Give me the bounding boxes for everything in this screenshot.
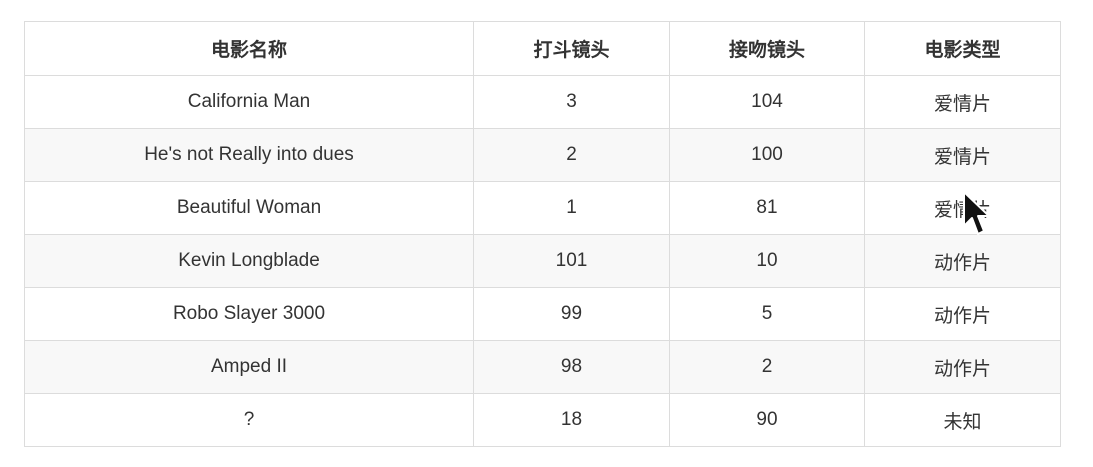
- movie-table: 电影名称 打斗镜头 接吻镜头 电影类型 California Man 3 104…: [24, 21, 1061, 447]
- cell-movie-type: 爱情片: [864, 75, 1061, 129]
- cell-fight-scenes: 3: [473, 75, 670, 129]
- cell-movie-type: 未知: [864, 393, 1061, 447]
- cell-movie-name: California Man: [24, 75, 474, 129]
- cell-kiss-scenes: 90: [669, 393, 865, 447]
- table-row: He's not Really into dues 2 100 爱情片: [24, 128, 1061, 182]
- cell-movie-name: Kevin Longblade: [24, 234, 474, 288]
- header-movie-type: 电影类型: [864, 21, 1061, 76]
- cell-movie-type: 动作片: [864, 234, 1061, 288]
- header-movie-name: 电影名称: [24, 21, 474, 76]
- cell-kiss-scenes: 104: [669, 75, 865, 129]
- table-row: ? 18 90 未知: [24, 393, 1061, 447]
- cell-kiss-scenes: 10: [669, 234, 865, 288]
- header-fight-scenes: 打斗镜头: [473, 21, 670, 76]
- cell-movie-type: 爱情片: [864, 128, 1061, 182]
- cell-kiss-scenes: 2: [669, 340, 865, 394]
- header-kiss-scenes: 接吻镜头: [669, 21, 865, 76]
- page: 电影名称 打斗镜头 接吻镜头 电影类型 California Man 3 104…: [0, 0, 1093, 467]
- cell-fight-scenes: 18: [473, 393, 670, 447]
- cell-kiss-scenes: 5: [669, 287, 865, 341]
- cell-kiss-scenes: 81: [669, 181, 865, 235]
- cell-kiss-scenes: 100: [669, 128, 865, 182]
- table-row: Robo Slayer 3000 99 5 动作片: [24, 287, 1061, 341]
- table-row: Kevin Longblade 101 10 动作片: [24, 234, 1061, 288]
- table-row: Amped II 98 2 动作片: [24, 340, 1061, 394]
- cell-movie-name: Robo Slayer 3000: [24, 287, 474, 341]
- table-row: California Man 3 104 爱情片: [24, 75, 1061, 129]
- cell-movie-type: 动作片: [864, 287, 1061, 341]
- cell-movie-type: 动作片: [864, 340, 1061, 394]
- cell-movie-name: ?: [24, 393, 474, 447]
- table-header-row: 电影名称 打斗镜头 接吻镜头 电影类型: [24, 21, 1061, 76]
- table-row: Beautiful Woman 1 81 爱情片: [24, 181, 1061, 235]
- cell-fight-scenes: 101: [473, 234, 670, 288]
- cell-movie-name: Amped II: [24, 340, 474, 394]
- cell-fight-scenes: 1: [473, 181, 670, 235]
- cell-fight-scenes: 99: [473, 287, 670, 341]
- cell-movie-name: Beautiful Woman: [24, 181, 474, 235]
- cell-fight-scenes: 98: [473, 340, 670, 394]
- cell-fight-scenes: 2: [473, 128, 670, 182]
- mouse-pointer-icon: [963, 191, 990, 235]
- cell-movie-name: He's not Really into dues: [24, 128, 474, 182]
